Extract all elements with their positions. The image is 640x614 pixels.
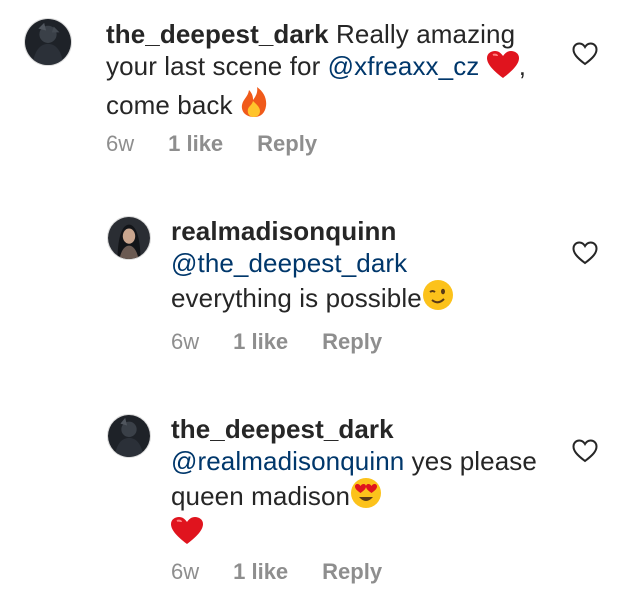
comment-meta: 6w 1 like Reply bbox=[171, 329, 416, 355]
mention-link[interactable]: @realmadisonquinn bbox=[171, 446, 404, 476]
heart-eyes-face-icon bbox=[350, 477, 382, 516]
like-heart-icon[interactable] bbox=[572, 42, 598, 66]
reply-button[interactable]: Reply bbox=[322, 329, 382, 355]
winking-face-icon bbox=[422, 279, 454, 318]
username[interactable]: the_deepest_dark bbox=[106, 19, 329, 49]
mention-link[interactable]: @xfreaxx_cz bbox=[328, 51, 480, 81]
comment-text: the_deepest_dark @realmadisonquinn yes p… bbox=[171, 413, 551, 552]
username[interactable]: the_deepest_dark bbox=[171, 413, 551, 445]
red-heart-icon bbox=[486, 51, 519, 86]
reply-button[interactable]: Reply bbox=[322, 559, 382, 585]
reply-button[interactable]: Reply bbox=[257, 131, 317, 157]
like-count[interactable]: 1 like bbox=[233, 559, 288, 585]
fire-icon bbox=[240, 86, 268, 125]
comment-text: realmadisonquinn @the_deepest_dark every… bbox=[171, 215, 551, 318]
like-heart-icon[interactable] bbox=[572, 439, 598, 463]
timestamp: 6w bbox=[171, 559, 200, 584]
comment-text: the_deepest_dark Really amazing your las… bbox=[106, 18, 546, 125]
like-heart-icon[interactable] bbox=[572, 241, 598, 265]
red-heart-icon bbox=[171, 517, 203, 552]
like-count[interactable]: 1 like bbox=[233, 329, 288, 355]
username[interactable]: realmadisonquinn bbox=[171, 215, 551, 247]
avatar[interactable] bbox=[24, 18, 72, 66]
comment-body: everything is possible bbox=[171, 283, 422, 313]
mention-link[interactable]: @the_deepest_dark bbox=[171, 247, 551, 279]
like-count[interactable]: 1 like bbox=[168, 131, 223, 157]
timestamp: 6w bbox=[106, 131, 135, 156]
avatar[interactable] bbox=[107, 216, 151, 260]
comment-meta: 6w 1 like Reply bbox=[171, 559, 416, 585]
avatar[interactable] bbox=[107, 414, 151, 458]
timestamp: 6w bbox=[171, 329, 200, 354]
comment-meta: 6w 1 like Reply bbox=[106, 131, 351, 157]
